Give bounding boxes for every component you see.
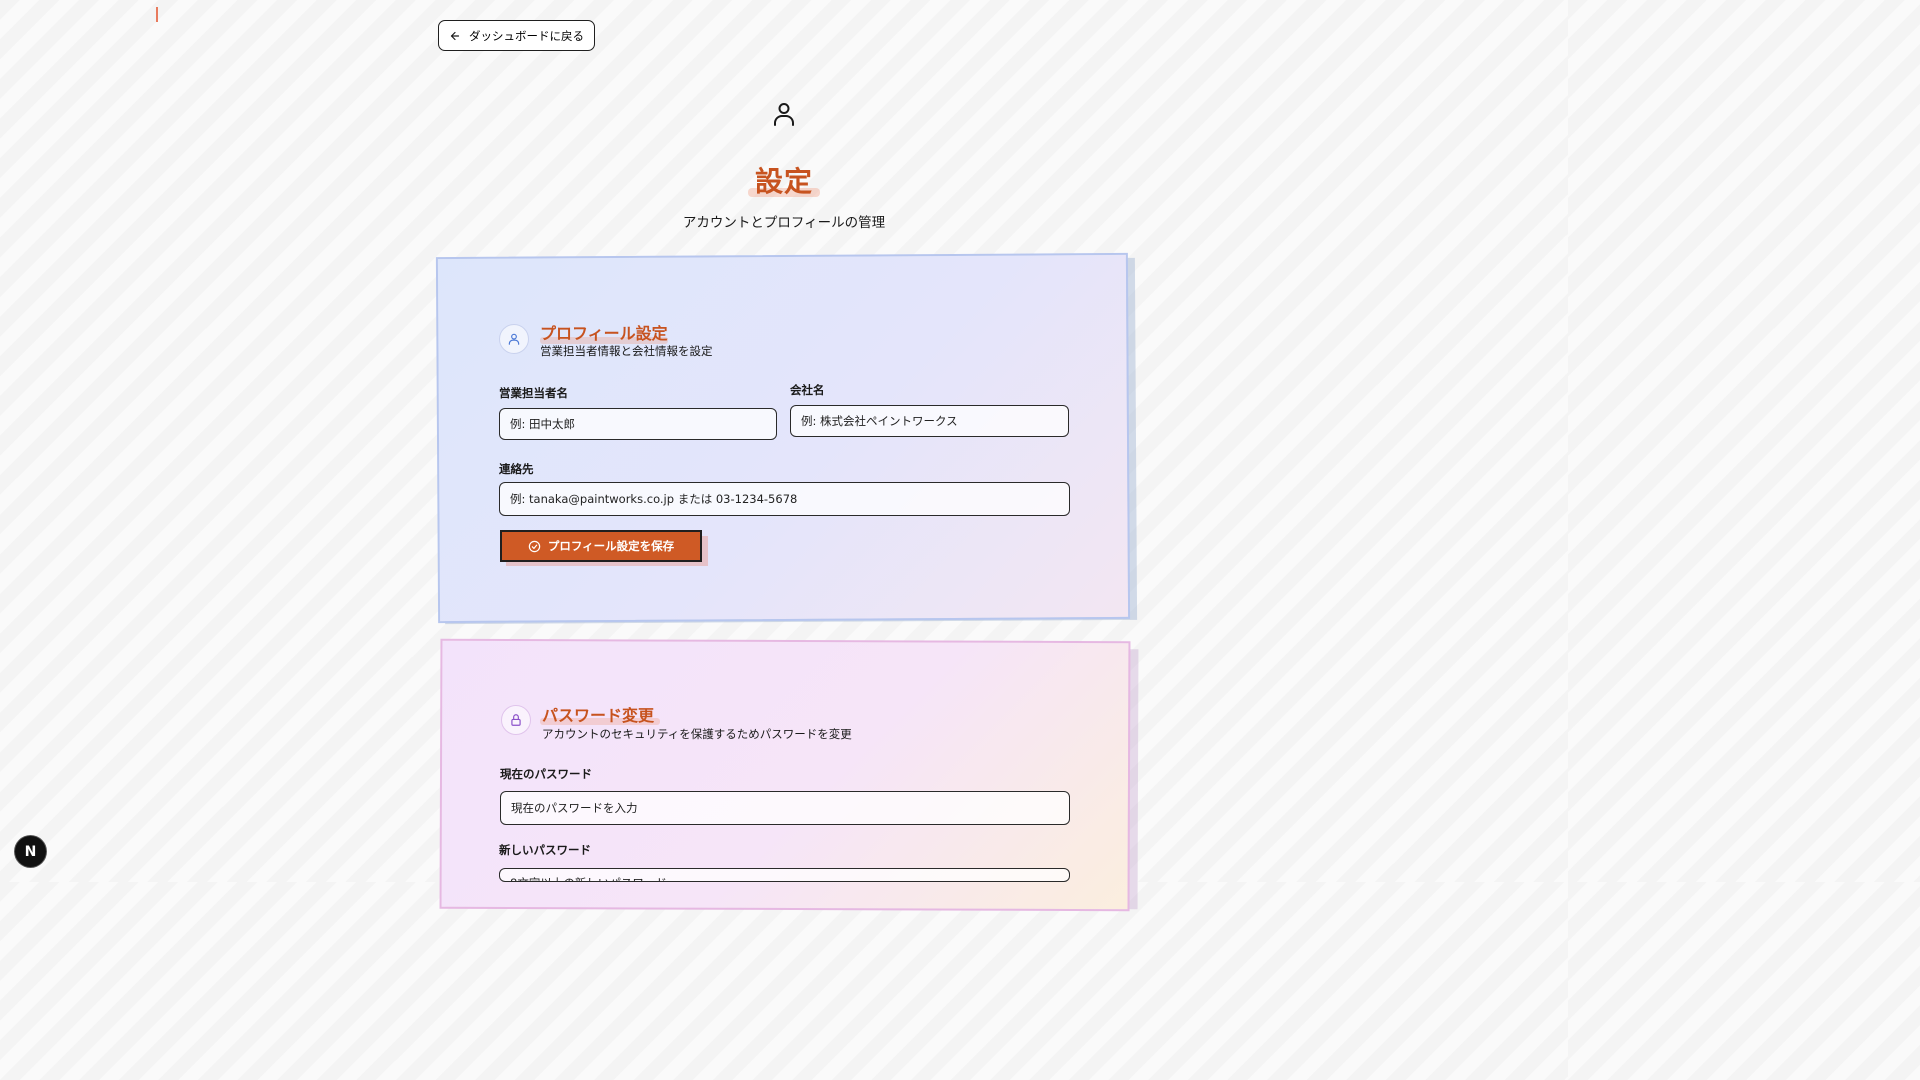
- arrow-left-icon: [450, 31, 460, 40]
- lock-icon: [511, 714, 521, 726]
- user-icon: [508, 333, 520, 345]
- new-password-input[interactable]: 8文字以上の新しいパスワード: [499, 868, 1070, 882]
- page-subtitle: アカウントとプロフィールの管理: [682, 215, 886, 231]
- user-icon: [774, 103, 794, 126]
- save-profile-button[interactable]: プロフィール設定を保存: [500, 530, 702, 562]
- password-section-title: パスワード変更: [542, 706, 655, 725]
- back-button-label: ダッシュボードに戻る: [469, 30, 584, 43]
- new-password-label: 新しいパスワード: [499, 843, 591, 857]
- current-password-input[interactable]: 現在のパスワードを入力: [500, 791, 1070, 825]
- profile-section-title: プロフィール設定: [540, 324, 668, 343]
- company-label: 会社名: [790, 383, 825, 397]
- profile-section-description: 営業担当者情報と会社情報を設定: [540, 344, 713, 358]
- sales-rep-input[interactable]: 例: 田中太郎: [499, 408, 777, 440]
- sales-rep-label: 営業担当者名: [499, 386, 568, 400]
- check-circle-icon: [528, 540, 541, 552]
- save-profile-label: プロフィール設定を保存: [547, 541, 675, 553]
- framework-badge[interactable]: N: [15, 836, 46, 867]
- company-input[interactable]: 例: 株式会社ペイントワークス: [790, 405, 1069, 437]
- password-section-description: アカウントのセキュリティを保護するためパスワードを変更: [542, 727, 852, 741]
- profile-section-icon: [499, 324, 529, 354]
- contact-label: 連絡先: [499, 462, 534, 476]
- back-to-dashboard-button[interactable]: ダッシュボードに戻る: [438, 20, 595, 51]
- current-password-label: 現在のパスワード: [500, 767, 592, 781]
- password-section-icon: [501, 705, 531, 735]
- cursor-marker: [156, 7, 158, 22]
- contact-input[interactable]: 例: tanaka@paintworks.co.jp または 03-1234-5…: [499, 482, 1070, 516]
- page-title: 設定: [754, 165, 813, 198]
